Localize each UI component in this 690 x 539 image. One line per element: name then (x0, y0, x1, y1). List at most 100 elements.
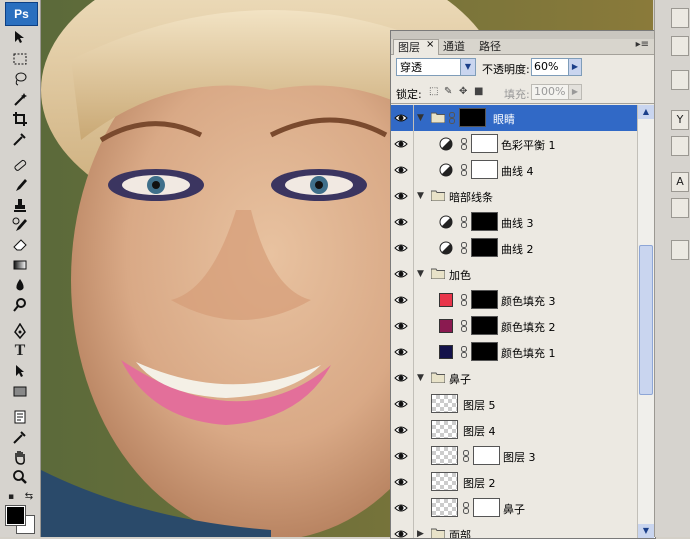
close-icon[interactable]: × (426, 39, 434, 50)
layer-row[interactable]: 鼻子 (391, 495, 637, 522)
history-brush-tool-icon[interactable] (10, 216, 30, 234)
layer-mask-thumbnail[interactable] (471, 316, 498, 335)
foreground-color-swatch[interactable] (5, 505, 26, 526)
layer-mask-thumbnail[interactable] (473, 446, 500, 465)
dock-button[interactable]: A (671, 172, 689, 192)
layer-row[interactable]: 曲线 4 (391, 157, 637, 184)
visibility-toggle[interactable] (391, 157, 414, 183)
dock-button[interactable] (671, 36, 689, 56)
layer-mask-thumbnail[interactable] (471, 342, 498, 361)
layer-group-row[interactable]: ▼ 加色 (391, 261, 637, 288)
layer-group-row[interactable]: ▼ 暗部线条 (391, 183, 637, 210)
fill-color-swatch[interactable] (439, 293, 453, 307)
chevron-down-icon[interactable]: ▼ (417, 191, 424, 201)
layer-mask-thumbnail[interactable] (471, 212, 498, 231)
visibility-toggle[interactable] (391, 417, 414, 443)
visibility-toggle[interactable] (391, 365, 414, 391)
lasso-tool-icon[interactable] (10, 70, 30, 88)
chevron-down-icon[interactable]: ▼ (417, 269, 424, 279)
chevron-down-icon[interactable]: ▼ (417, 373, 424, 383)
dock-button[interactable]: Y (671, 110, 689, 130)
layer-thumbnail[interactable] (431, 446, 458, 465)
default-colors-icon[interactable]: ▪ (4, 488, 18, 506)
dodge-tool-icon[interactable] (10, 296, 30, 314)
layer-row[interactable]: 图层 4 (391, 417, 637, 444)
layer-thumbnail[interactable] (431, 394, 458, 413)
layer-row[interactable]: 颜色填充 3 (391, 287, 637, 314)
fill-color-swatch[interactable] (439, 345, 453, 359)
eraser-tool-icon[interactable] (10, 236, 30, 254)
eyedropper-icon[interactable] (10, 428, 30, 446)
scroll-down-icon[interactable]: ▼ (638, 524, 654, 538)
visibility-toggle[interactable] (391, 339, 414, 365)
dock-button[interactable] (671, 198, 689, 218)
visibility-toggle[interactable] (391, 235, 414, 261)
layer-row[interactable]: 图层 5 (391, 391, 637, 418)
layer-row[interactable]: 图层 2 (391, 469, 637, 496)
layer-mask-thumbnail[interactable] (459, 108, 486, 127)
visibility-toggle[interactable] (391, 313, 414, 339)
gradient-tool-icon[interactable] (10, 256, 30, 274)
panel-menu-icon[interactable]: ▸≡ (636, 39, 649, 50)
layer-group-row[interactable]: ▶ 面部 (391, 521, 637, 538)
visibility-toggle[interactable] (391, 521, 414, 538)
layer-mask-thumbnail[interactable] (471, 160, 498, 179)
dock-button[interactable] (671, 70, 689, 90)
visibility-toggle[interactable] (391, 391, 414, 417)
pen-tool-icon[interactable] (10, 322, 30, 340)
layer-row[interactable]: 颜色填充 2 (391, 313, 637, 340)
visibility-toggle[interactable] (391, 469, 414, 495)
scroll-thumb[interactable] (639, 245, 653, 395)
lock-position-icon[interactable]: ✥ (459, 87, 469, 97)
lock-transparency-icon[interactable]: ⬚ (429, 87, 439, 97)
visibility-toggle[interactable] (391, 261, 414, 287)
path-selection-tool-icon[interactable] (10, 362, 30, 380)
layer-list-scrollbar[interactable]: ▲ ▼ (637, 105, 654, 538)
tab-channels[interactable]: 通道 (439, 39, 469, 54)
tab-paths[interactable]: 路径 (475, 39, 505, 54)
layer-thumbnail[interactable] (431, 472, 458, 491)
marquee-tool-icon[interactable] (10, 50, 30, 68)
layer-row[interactable]: 颜色填充 1 (391, 339, 637, 366)
layer-mask-thumbnail[interactable] (473, 498, 500, 517)
layer-row[interactable]: 曲线 3 (391, 209, 637, 236)
blur-tool-icon[interactable] (10, 276, 30, 294)
scroll-up-icon[interactable]: ▲ (638, 105, 654, 119)
chevron-down-icon[interactable]: ▼ (417, 113, 424, 123)
dock-button[interactable] (671, 240, 689, 260)
zoom-tool-icon[interactable] (10, 468, 30, 486)
lock-pixels-icon[interactable]: ✎ (444, 87, 454, 97)
crop-tool-icon[interactable] (10, 110, 30, 128)
layer-row[interactable]: 色彩平衡 1 (391, 131, 637, 158)
blend-mode-select[interactable]: 穿透 ▼ (396, 58, 476, 76)
notes-tool-icon[interactable] (10, 408, 30, 426)
layer-mask-thumbnail[interactable] (471, 290, 498, 309)
dock-button[interactable] (671, 136, 689, 156)
visibility-toggle[interactable] (391, 105, 414, 131)
panel-title-bar[interactable] (391, 31, 655, 39)
swap-colors-icon[interactable]: ⇆ (22, 488, 36, 506)
layer-row[interactable]: 图层 3 (391, 443, 637, 470)
magic-wand-tool-icon[interactable] (10, 90, 30, 108)
photoshop-logo[interactable]: Ps (5, 2, 38, 26)
layer-row[interactable]: 曲线 2 (391, 235, 637, 262)
layer-group-row[interactable]: ▼ 眼睛 (391, 105, 637, 132)
fill-slider-arrow-icon[interactable]: ▶ (568, 84, 582, 100)
layer-group-row[interactable]: ▼ 鼻子 (391, 365, 637, 392)
layer-thumbnail[interactable] (431, 420, 458, 439)
opacity-input[interactable]: 60% (531, 58, 569, 76)
visibility-toggle[interactable] (391, 287, 414, 313)
shape-tool-icon[interactable] (10, 382, 30, 400)
clone-stamp-tool-icon[interactable] (10, 196, 30, 214)
chevron-down-icon[interactable]: ▼ (460, 59, 475, 75)
visibility-toggle[interactable] (391, 495, 414, 521)
visibility-toggle[interactable] (391, 131, 414, 157)
visibility-toggle[interactable] (391, 443, 414, 469)
layer-thumbnail[interactable] (431, 498, 458, 517)
opacity-slider-arrow-icon[interactable]: ▶ (568, 58, 582, 76)
fill-input[interactable]: 100% (531, 84, 569, 100)
visibility-toggle[interactable] (391, 209, 414, 235)
visibility-toggle[interactable] (391, 183, 414, 209)
move-tool-icon[interactable] (10, 28, 30, 46)
layer-mask-thumbnail[interactable] (471, 238, 498, 257)
